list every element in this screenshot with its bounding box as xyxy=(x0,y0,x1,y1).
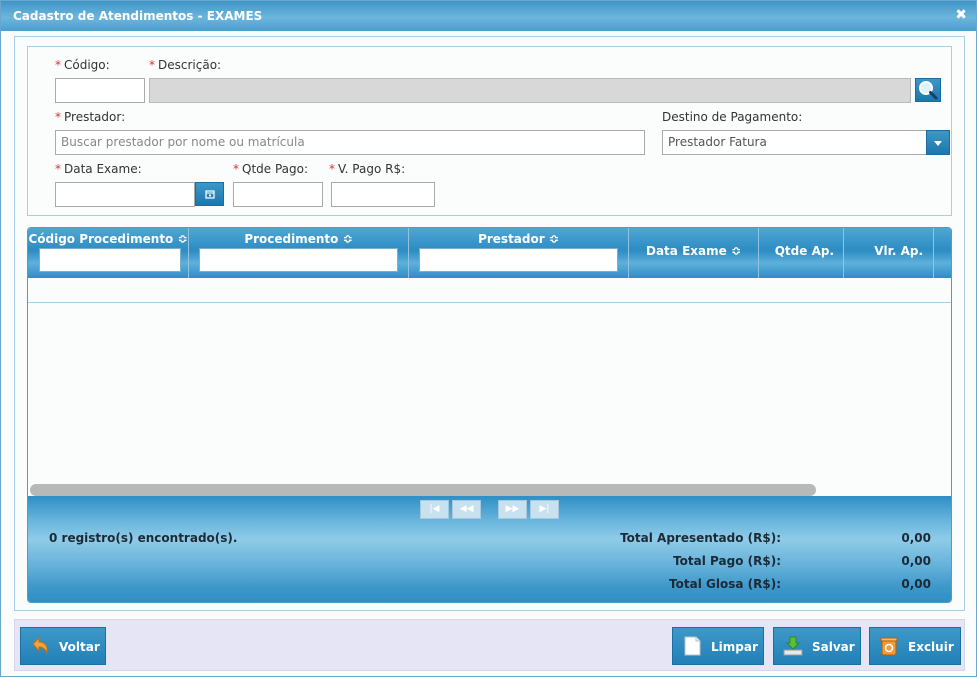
descricao-label-text: Descrição: xyxy=(158,58,222,72)
required-mark: * xyxy=(233,162,239,176)
next-page-button[interactable]: ▶▶ xyxy=(498,500,527,519)
prestador-label-text: Prestador: xyxy=(64,110,126,124)
column-vlr-ap-title: Vlr. Ap. xyxy=(844,244,933,258)
qtde-pago-input[interactable] xyxy=(233,182,323,207)
codigo-label: * Código: xyxy=(55,58,110,72)
qtde-pago-label-text: Qtde Pago: xyxy=(242,162,309,176)
calendar-button[interactable] xyxy=(195,182,224,206)
sort-icon[interactable]: ≎ xyxy=(549,232,559,246)
empty-table-row xyxy=(28,278,951,303)
total-glosa-label: Total Glosa (R$): xyxy=(669,577,781,591)
column-prestador-title: Prestador ≎ xyxy=(409,232,628,246)
voltar-button[interactable]: Voltar xyxy=(20,627,106,665)
descricao-label: * Descrição: xyxy=(149,58,221,72)
blank-page-icon xyxy=(684,636,701,656)
form-container: * Código: * Descrição: * Prestador: Destino… xyxy=(14,36,965,611)
prestador-search-input[interactable]: Buscar prestador por nome ou matrícula xyxy=(55,130,645,155)
column-label: Código Procedimento xyxy=(28,232,174,246)
undo-arrow-icon xyxy=(32,636,48,655)
destino-dropdown-button[interactable] xyxy=(926,130,950,155)
last-page-button[interactable]: ▶| xyxy=(530,500,559,519)
salvar-label: Salvar xyxy=(812,640,855,654)
column-label: Qtde Ap. xyxy=(774,244,834,258)
column-codigo-procedimento-title: Código Procedimento ≎ xyxy=(28,232,188,246)
exam-fields-panel: * Código: * Descrição: * Prestador: Destino… xyxy=(27,46,952,216)
required-mark: * xyxy=(55,110,61,124)
column-label: Data Exame xyxy=(646,244,727,258)
excluir-button[interactable]: Excluir xyxy=(869,627,961,665)
limpar-label: Limpar xyxy=(711,640,758,654)
title-bar: Cadastro de Atendimentos - EXAMES ✖ xyxy=(1,1,976,31)
column-data-exame-title: Data Exame ≎ xyxy=(629,244,758,258)
column-codigo-procedimento[interactable]: Código Procedimento ≎ xyxy=(28,228,189,278)
destino-selected-value: Prestador Fatura xyxy=(668,135,767,149)
calendar-icon xyxy=(204,190,215,199)
column-procedimento-title: Procedimento ≎ xyxy=(189,232,408,246)
required-mark: * xyxy=(329,162,335,176)
recycle-bin-icon xyxy=(880,637,898,656)
records-count: 0 registro(s) encontrado(s). xyxy=(49,531,238,545)
total-glosa-value: 0,00 xyxy=(901,577,931,591)
procedures-grid: Código Procedimento ≎ Procedimento ≎ Pre… xyxy=(27,227,952,603)
total-apresentado-value: 0,00 xyxy=(901,531,931,545)
voltar-label: Voltar xyxy=(59,640,100,654)
total-pago-label: Total Pago (R$): xyxy=(673,554,781,568)
limpar-button[interactable]: Limpar xyxy=(672,627,764,665)
prestador-label: * Prestador: xyxy=(55,110,125,124)
data-exame-input[interactable] xyxy=(55,182,195,207)
prestador-placeholder: Buscar prestador por nome ou matrícula xyxy=(61,135,305,149)
required-mark: * xyxy=(149,58,155,72)
column-label: Procedimento xyxy=(244,232,339,246)
previous-page-button[interactable]: ◀◀ xyxy=(452,500,481,519)
horizontal-scrollbar[interactable] xyxy=(28,482,951,496)
grid-header: Código Procedimento ≎ Procedimento ≎ Pre… xyxy=(28,228,951,278)
sort-icon[interactable]: ≎ xyxy=(177,232,187,246)
column-label: Prestador xyxy=(478,232,545,246)
column-procedimento[interactable]: Procedimento ≎ xyxy=(189,228,409,278)
excluir-label: Excluir xyxy=(908,640,954,654)
total-pago-value: 0,00 xyxy=(901,554,931,568)
total-apresentado-label: Total Apresentado (R$): xyxy=(620,531,781,545)
scrollbar-thumb[interactable] xyxy=(30,484,816,496)
column-qtde-ap[interactable]: Qtde Ap. xyxy=(759,228,844,278)
first-page-button[interactable]: |◀ xyxy=(420,500,449,519)
descricao-input xyxy=(149,78,911,103)
download-tray-icon xyxy=(783,636,803,656)
column-vlr-ap[interactable]: Vlr. Ap. xyxy=(844,228,934,278)
filter-prestador-input[interactable] xyxy=(419,248,618,272)
column-qtde-ap-title: Qtde Ap. xyxy=(759,244,843,258)
codigo-label-text: Código: xyxy=(64,58,110,72)
chevron-down-icon xyxy=(934,141,942,146)
column-prestador[interactable]: Prestador ≎ xyxy=(409,228,629,278)
filter-procedimento-input[interactable] xyxy=(199,248,398,272)
window-title: Cadastro de Atendimentos - EXAMES xyxy=(13,9,263,23)
filter-codigo-procedimento-input[interactable] xyxy=(39,248,181,272)
required-mark: * xyxy=(55,162,61,176)
codigo-input[interactable] xyxy=(55,78,145,103)
column-data-exame[interactable]: Data Exame ≎ xyxy=(629,228,759,278)
close-icon[interactable]: ✖ xyxy=(955,7,967,23)
dialog-window: Cadastro de Atendimentos - EXAMES ✖ * Cód… xyxy=(0,0,977,677)
search-icon xyxy=(919,81,938,100)
qtde-pago-label: * Qtde Pago: xyxy=(233,162,308,176)
v-pago-input[interactable] xyxy=(331,182,435,207)
action-bar: Voltar Limpar Salvar Excluir xyxy=(14,619,965,671)
sort-icon[interactable]: ≎ xyxy=(731,244,741,258)
data-exame-label-text: Data Exame: xyxy=(64,162,142,176)
data-exame-label: * Data Exame: xyxy=(55,162,142,176)
v-pago-label: * V. Pago R$: xyxy=(329,162,405,176)
v-pago-label-text: V. Pago R$: xyxy=(338,162,406,176)
required-mark: * xyxy=(55,58,61,72)
search-button[interactable] xyxy=(915,78,941,102)
salvar-button[interactable]: Salvar xyxy=(773,627,861,665)
destino-select[interactable]: Prestador Fatura xyxy=(662,130,950,155)
grid-footer: |◀ ◀◀ ▶▶ ▶| 0 registro(s) encontrado(s).… xyxy=(28,496,951,602)
destino-label: Destino de Pagamento: xyxy=(662,110,803,124)
sort-icon[interactable]: ≎ xyxy=(343,232,353,246)
column-label: Vlr. Ap. xyxy=(874,244,923,258)
